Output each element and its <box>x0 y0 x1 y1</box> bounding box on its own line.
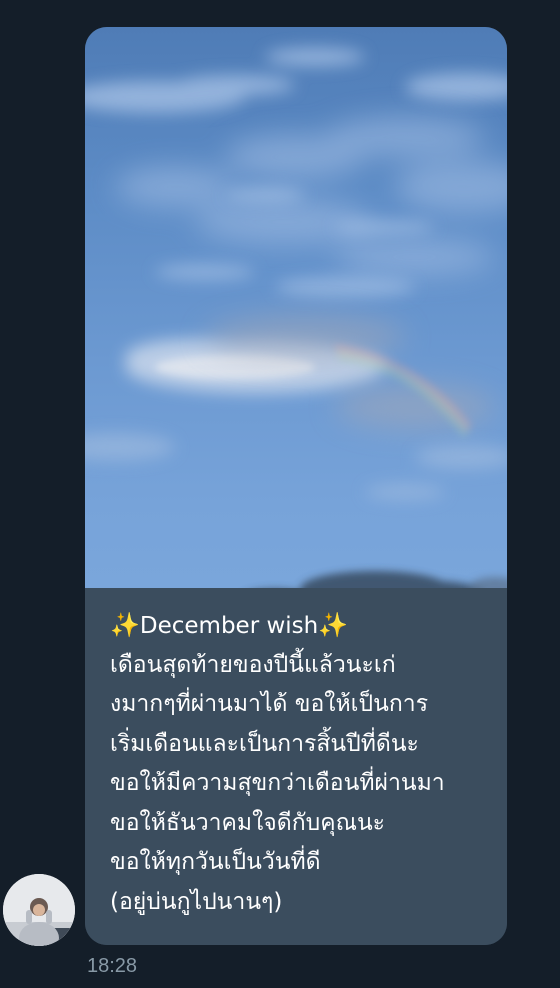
caption-title: ✨December wish✨ <box>110 606 507 646</box>
caption-line: เริ่มเดือนและเป็นการสิ้นปีที่ดีนะ <box>110 730 419 757</box>
dm-conversation-screen: ✨December wish✨ เดือนสุดท้ายของปีนี้แล้ว… <box>0 0 560 988</box>
message-photo[interactable] <box>85 27 507 588</box>
message-timestamp: 18:28 <box>87 955 138 977</box>
message-bubble[interactable]: ✨December wish✨ เดือนสุดท้ายของปีนี้แล้ว… <box>85 27 507 945</box>
sky-photo-image <box>85 48 507 588</box>
caption-line: เดือนสุดท้ายของปีนี้แล้วนะเก่ <box>110 651 396 678</box>
caption-line: ขอให้ทุกวันเป็นวันที่ดี <box>110 849 321 875</box>
sparkles-icon: ✨ <box>110 611 140 639</box>
caption-line: ขอให้มีความสุขกว่าเดือนที่ผ่านมา <box>110 770 445 796</box>
sender-avatar[interactable] <box>3 874 75 946</box>
caption-line: งมากๆที่ผ่านมาได้ ขอให้เป็นการ <box>110 691 429 717</box>
sparkles-icon: ✨ <box>318 611 349 639</box>
message-caption: ✨December wish✨ เดือนสุดท้ายของปีนี้แล้ว… <box>85 588 507 945</box>
caption-line: ขอให้ธันวาคมใจดีกับคุณนะ <box>110 809 386 836</box>
caption-title-text: December wish <box>139 613 319 639</box>
user-avatar-icon <box>3 874 75 946</box>
caption-line: (อยู่บ่นกูไปนานๆ) <box>110 888 283 915</box>
